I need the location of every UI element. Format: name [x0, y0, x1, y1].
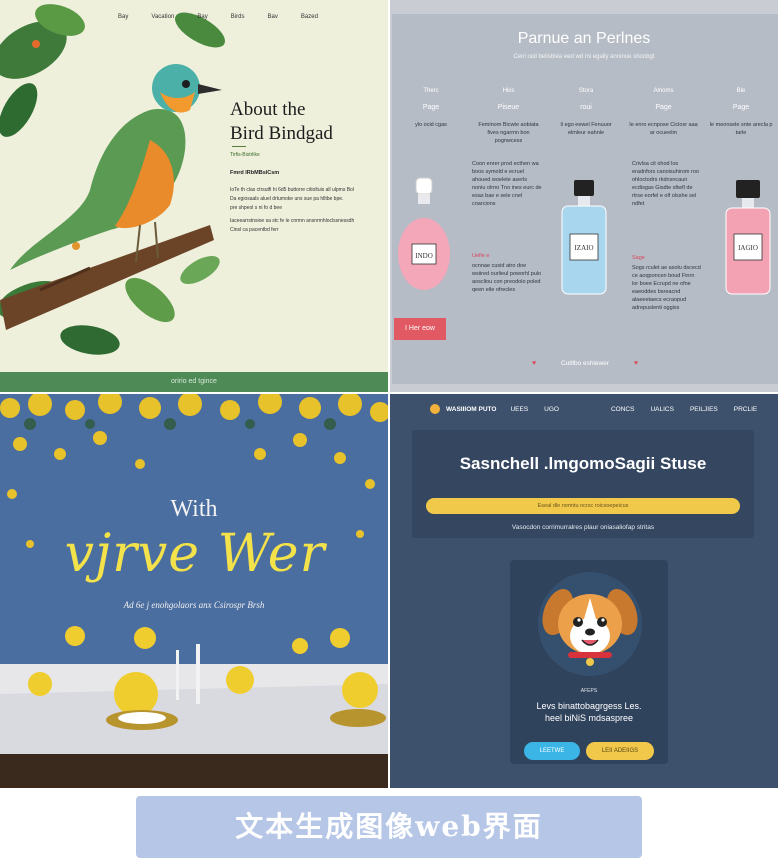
perfume-column-heading: Hkis: [502, 88, 515, 94]
pet-nav-link[interactable]: UALICS: [650, 406, 673, 413]
perfume-column-subheading: roui: [580, 104, 592, 111]
perfume-column-subheading: Page: [655, 104, 672, 111]
bird-body-line: Cinsl ca pacentbd ferr: [230, 227, 279, 233]
perfume-column[interactable]: Ble Page Ie meonsele snte arecla p tarle: [706, 88, 776, 145]
wedding-subtitle: Ad 6e j enohgolaors anx Csirospr Brsh: [123, 600, 265, 610]
perfume-right-text2: Sogs rculet ae asolu dscecd ce aoqponcen…: [632, 265, 701, 311]
pet-caption-line: heel biNiS mdsaspree: [544, 713, 634, 723]
perfume-continue-label: Cutllbo eshiewer: [560, 360, 610, 367]
pet-brand[interactable]: WASIIIOM PUTO: [446, 406, 496, 413]
brand-logo-icon: [430, 404, 440, 414]
perfume-subtitle: Ceiri ooll belisblea eed wd mi egally an…: [513, 54, 655, 60]
perfume-column-subheading: Page: [422, 104, 440, 111]
perfume-left-text2: ocnnae cusid atro doe wsiired ourlieul p…: [472, 263, 542, 293]
bird-nav-item[interactable]: Bay: [118, 14, 128, 20]
perfume-right-text: Crivlsa cit ohod los eradnfors canoisuhi…: [632, 161, 699, 207]
bird-nav: Bay Vacation Bay Birds Bav Bazed: [118, 14, 318, 20]
perfume-column-subheading: Piseue: [497, 104, 520, 111]
pet-nav-link[interactable]: UGO: [544, 406, 559, 413]
perfume-column-desc: Ie meonsele snte arecla p tarle: [709, 122, 773, 136]
heart-icon: ♥: [532, 360, 537, 367]
pet-card-caption: Levs binattobagrgess Les. heel biNiS mds…: [510, 700, 668, 724]
pet-website-panel: WASIIIOM PUTO UEES UGO CONCS UALICS PEIL…: [390, 394, 778, 788]
bird-body-line: Iaceearrstnsioe sa stc fe le cnrmn ansnr…: [230, 218, 355, 224]
pet-subtitle: Vasocdon corrimurralres plaur oniasaliof…: [511, 524, 655, 531]
perfume-columns: Therc Page ylo ocid cgas Hkis Piseue Fem…: [396, 88, 776, 145]
bird-nav-item[interactable]: Bav: [268, 14, 278, 20]
bird-tagline: Tirfis-Bistrlike: [230, 152, 260, 158]
perfume-left-highlight: Uefle e: [472, 253, 490, 259]
wedding-heading-with: With: [170, 496, 218, 522]
bird-title-line2: Bird Bindgad: [230, 123, 333, 144]
heart-icon: ♥: [633, 360, 638, 367]
perfume-column[interactable]: Stora roui Ii ego eewel Fenuuor elmleur …: [551, 88, 621, 145]
perfume-column-desc: ylo ocid cgas: [415, 122, 447, 128]
wedding-script-title: vjrve Wer: [64, 524, 326, 584]
pet-primary-button[interactable]: LEETWE: [524, 742, 580, 760]
bird-subheading: Fmrd IRbMBslCsm: [230, 170, 280, 176]
puppy-icon: [538, 572, 642, 676]
bird-nav-item[interactable]: Bay: [197, 14, 207, 20]
pet-card-label: AFEPS: [580, 688, 598, 694]
bird-illustration: [0, 4, 225, 355]
pet-nav-link[interactable]: PEILJIES: [690, 406, 718, 413]
bird-website-panel: Bay Vacation Bay Birds Bav Bazed About t…: [0, 0, 388, 392]
perfume-column-desc: Feminom Bicwte aobiata fives ngarmn bon …: [478, 122, 539, 144]
wedding-website-panel: With vjrve Wer Ad 6e j enohgolaors anx C…: [0, 394, 388, 788]
perfume-website-panel: Parnue an Perlnes Ceiri ooll belisblea e…: [390, 0, 778, 392]
bird-body-line: Da egiosaals aluel drtumoke uns sue pa h…: [230, 196, 344, 202]
bottle-label: INDO: [415, 252, 433, 260]
bird-nav-item[interactable]: Bazed: [301, 14, 318, 20]
pet-nav-link[interactable]: CONCS: [611, 406, 634, 413]
perfume-continue[interactable]: ♥ Cutllbo eshiewer ♥: [532, 360, 638, 367]
bottle-label: IZAIO: [574, 244, 593, 252]
pet-navbar: WASIIIOM PUTO UEES UGO CONCS UALICS PEIL…: [390, 394, 778, 424]
bird-footer: oririo ed tgince: [0, 372, 388, 392]
perfume-column-heading: Alnoms: [653, 88, 674, 94]
pet-highlight-bar[interactable]: Eseal dle rsmntu ncrsc roicsoepeicus: [426, 498, 740, 514]
perfume-bottle-pink-round[interactable]: INDO: [396, 174, 452, 294]
perfume-column-desc: Ii ego eewel Fenuuor elmleur eahnle: [560, 122, 612, 136]
perfume-title: Parnue an Perlnes: [517, 30, 651, 47]
bird-title-line1: About the: [230, 99, 306, 120]
bird-body-text: IoTe th clas ctrsutfi hi 6d5 buttorre ci…: [230, 186, 380, 235]
perfume-right-highlight: Sage: [632, 255, 645, 261]
perfume-bottle-pink[interactable]: IAGIO: [722, 178, 774, 298]
bird-page-title: About the Bird Bindgad: [230, 98, 380, 146]
pet-hero: [412, 430, 754, 538]
perfume-column-desc: Ie enro ecnpose Ciclosr aaa ar ocueelm: [629, 122, 698, 136]
bird-nav-item[interactable]: Vacation: [151, 14, 174, 20]
pet-secondary-button[interactable]: LEII ADEIIGS: [586, 742, 654, 760]
perfume-column-heading: Ble: [736, 88, 746, 94]
bottle-label: IAGIO: [738, 244, 758, 252]
bird-body-line: IoTe th clas ctrsutfi hi 6d5 buttorre ci…: [230, 187, 354, 193]
bird-nav-item[interactable]: Birds: [231, 14, 245, 20]
perfume-shop-button[interactable]: I Her eow: [394, 318, 446, 340]
caption-text: 文本生成图像web界面: [235, 810, 543, 843]
perfume-column[interactable]: Alnoms Page Ie enro ecnpose Ciclosr aaa …: [629, 88, 699, 145]
pet-nav-link[interactable]: UEES: [510, 406, 528, 413]
pet-caption-line: Levs binattobagrgess Les.: [536, 701, 642, 711]
pet-nav-link[interactable]: PRCLIE: [734, 406, 757, 413]
perfume-column-subheading: Page: [732, 104, 750, 111]
perfume-column[interactable]: Therc Page ylo ocid cgas: [396, 88, 466, 145]
perfume-bottle-blue[interactable]: IZAIO: [558, 178, 610, 298]
pet-title: Sasnchell .lmgomoSagii Stuse: [459, 454, 707, 473]
wedding-scene: [0, 394, 388, 788]
perfume-column-heading: Stora: [578, 88, 594, 94]
perfume-column-heading: Therc: [423, 88, 439, 94]
perfume-left-text: Coon enrer prod ecthen wa boos symold e …: [472, 161, 542, 207]
bird-body-line: pre shpeol s ni fo d bee: [230, 205, 282, 211]
perfume-column[interactable]: Hkis Piseue Feminom Bicwte aobiata fives…: [474, 88, 544, 145]
image-grid: Bay Vacation Bay Birds Bav Bazed About t…: [0, 0, 778, 788]
bird-divider: [232, 146, 246, 147]
